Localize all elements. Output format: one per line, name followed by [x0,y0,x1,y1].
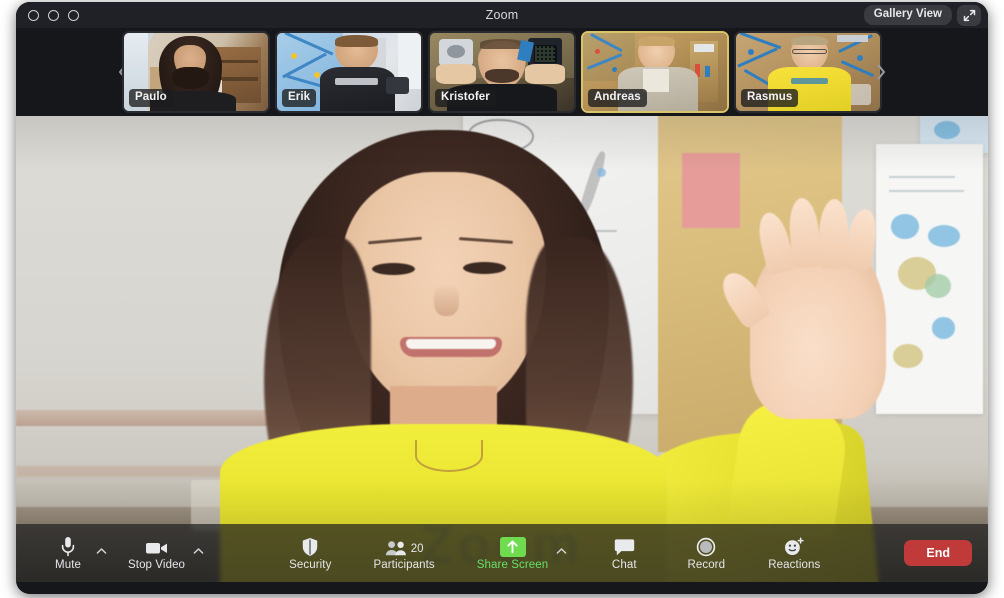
video-options-button[interactable] [192,535,205,557]
active-speaker-stage[interactable]: Zoom [16,116,988,582]
chevron-right-icon [877,64,885,80]
share-screen-button[interactable]: Share Screen [471,535,555,572]
toolbar-center-group: Security 20 Participants Share Screen Ch… [283,535,826,572]
teeth [406,338,496,349]
chevron-up-icon [556,548,567,554]
title-bar-actions: Gallery View [863,2,981,28]
participants-count: 20 [410,543,424,556]
forearm-sleeve [726,398,851,543]
eye [371,262,415,275]
chat-bubble-icon [614,535,635,557]
chat-label: Chat [611,558,637,571]
participants-icon-row: 20 [385,535,424,557]
camera-icon [145,535,169,557]
security-label: Security [289,558,332,571]
thumbnail-kristofer[interactable]: Kristofer [428,31,576,113]
eye [463,261,506,274]
video-group: Stop Video [122,535,205,572]
microphone-icon [60,535,76,557]
thumbnail-rasmus[interactable]: Rasmus [734,31,882,113]
reactions-label: Reactions [768,558,821,571]
finger [786,196,822,269]
chat-button[interactable]: Chat [598,535,650,572]
toolbar-left-group: Mute Stop Video [42,535,205,572]
window-title: Zoom [485,8,519,22]
thumbnail-andreas[interactable]: Andreas [581,31,729,113]
mute-label: Mute [55,558,81,571]
chevron-up-icon [193,548,204,554]
share-group: Share Screen [471,535,569,572]
filmstrip-next-button[interactable] [866,28,896,116]
participant-name: Andreas [588,89,647,107]
screenshot-root: Zoom Gallery View Paulo Erik Kristofer A… [0,0,1004,598]
expand-diagonal-icon [963,9,975,21]
security-button[interactable]: Security [283,535,337,572]
participant-name: Erik [282,89,317,107]
participant-name: Kristofer [435,89,496,107]
record-circle-icon [696,535,716,557]
main-video-feed: Zoom [16,116,988,582]
window-inner: Zoom Gallery View Paulo Erik Kristofer A… [16,2,988,594]
presenter [16,116,988,582]
mute-button[interactable]: Mute [42,535,94,572]
mute-options-button[interactable] [95,535,108,557]
expand-fullscreen-button[interactable] [957,4,981,26]
chevron-up-icon [96,548,107,554]
end-meeting-button[interactable]: End [904,539,972,567]
mute-group: Mute [42,535,108,572]
participants-button[interactable]: 20 Participants [367,535,440,572]
nose [433,283,460,317]
participant-filmstrip: Paulo Erik Kristofer Andreas Rasmus [16,28,988,116]
thumbnail-paulo[interactable]: Paulo [122,31,270,113]
thumbnail-erik[interactable]: Erik [275,31,423,113]
reactions-button[interactable]: Reactions [762,535,826,572]
finger [843,207,880,272]
smiley-plus-icon [783,535,805,557]
smile [399,337,502,357]
participants-label: Participants [373,558,435,571]
shield-icon [301,535,319,557]
stop-video-button[interactable]: Stop Video [122,535,191,572]
toolbar-right-group: End [904,539,972,567]
people-icon [385,540,406,555]
meeting-toolbar: Mute Stop Video Security 20 Participants… [16,524,988,582]
record-label: Record [687,558,726,571]
zoom-window: Zoom Gallery View Paulo Erik Kristofer A… [16,2,988,594]
title-bar: Zoom Gallery View [16,2,988,28]
gallery-view-button[interactable]: Gallery View [863,4,952,26]
share-options-button[interactable] [555,535,568,557]
participant-name: Paulo [129,89,173,107]
stop-video-label: Stop Video [128,558,186,571]
share-up-arrow-icon [499,535,526,557]
participant-name: Rasmus [741,89,799,107]
record-button[interactable]: Record [680,535,732,572]
share-screen-label: Share Screen [476,558,549,571]
